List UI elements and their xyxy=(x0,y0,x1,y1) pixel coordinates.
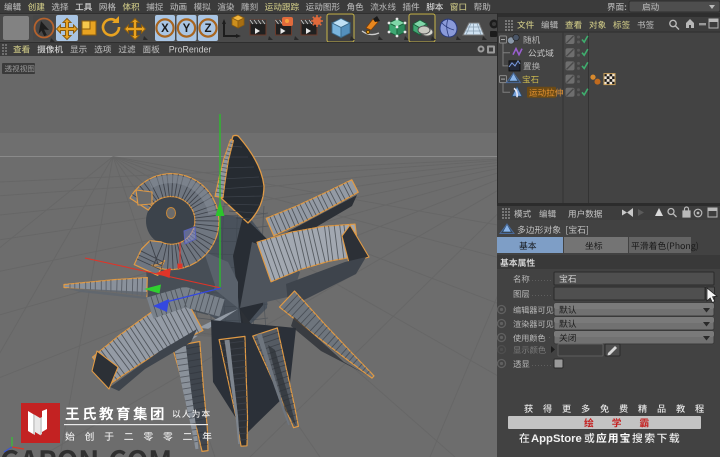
svg-text:Y: Y xyxy=(183,23,191,35)
svg-text:X: X xyxy=(161,23,169,35)
svg-text:AppStore: AppStore xyxy=(531,433,582,445)
svg-text:Z: Z xyxy=(204,23,211,35)
svg-text:ProRender: ProRender xyxy=(169,45,212,55)
